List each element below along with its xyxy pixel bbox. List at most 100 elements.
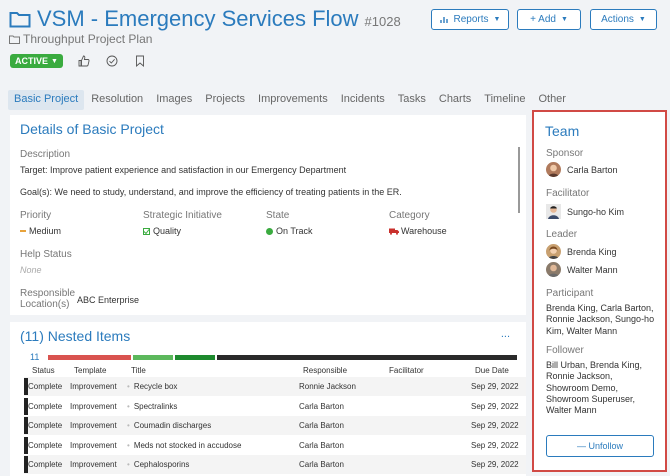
tab-basic-project[interactable]: Basic Project [8,90,85,110]
cell-responsible: Carla Barton [299,441,344,450]
responsible-value: ABC Enterprise [77,295,140,305]
state-value: On Track [266,226,313,236]
table-row[interactable]: Complete Improvement • Coumadin discharges C… [24,416,526,435]
help-status-value: None [20,265,42,275]
cell-text: Meds not stocked in accudose [133,440,242,450]
cell-text: Carla Barton [299,421,344,430]
leader-name: Walter Mann [567,264,618,275]
add-label: + Add [530,14,556,25]
sponsor-label: Sponsor [546,148,584,159]
team-panel: Team Sponsor Carla Barton Facilitator Su… [532,110,667,472]
col-title[interactable]: Title [131,366,146,375]
cell-status: Complete [28,402,62,411]
col-responsible[interactable]: Responsible [303,366,347,375]
folder-small-icon [9,35,20,44]
cell-title[interactable]: • Recycle box [127,382,177,391]
lightbulb-icon: • [127,421,130,430]
lightbulb-icon: • [127,460,130,469]
sponsor-person[interactable]: Carla Barton [546,162,618,177]
cell-responsible: Carla Barton [299,460,344,469]
more-options-icon[interactable]: ... [501,328,510,340]
cell-title[interactable]: • Cephalosporins [127,460,189,469]
category-label: Category [389,210,430,221]
tab-other[interactable]: Other [532,90,572,110]
cell-template: Improvement [70,421,117,430]
tab-timeline[interactable]: Timeline [478,90,531,110]
cell-text: Spectralinks [133,401,178,411]
details-title: Details of Basic Project [20,121,164,137]
sponsor-name: Carla Barton [567,164,618,175]
description-scrollbar[interactable] [518,147,520,213]
col-template[interactable]: Template [74,366,106,375]
cell-text: Ronnie Jackson [299,382,356,391]
initiative-text: Quality [153,226,182,236]
col-status[interactable]: Status [32,366,55,375]
state-label: State [266,210,290,221]
page-title: VSM - Emergency Services Flow [37,6,359,31]
facilitator-person[interactable]: Sungo-ho Kim [546,204,624,219]
cell-text: Improvement [70,421,117,430]
col-due-date[interactable]: Due Date [475,366,509,375]
cell-title[interactable]: • Meds not stocked in accudose [127,441,241,450]
thumbs-up-icon[interactable] [77,54,91,68]
nested-items-panel: (11) Nested Items ... 11 Status Template… [10,322,526,476]
table-row[interactable]: Complete Improvement • Cephalosporins Carla … [24,455,526,474]
table-row[interactable]: Complete Improvement • Meds not stocked in … [24,436,526,455]
table-row[interactable]: Complete Improvement • Spectralinks Carla Ba… [24,397,526,416]
initiative-value: Quality [143,226,181,236]
tab-charts[interactable]: Charts [433,90,477,110]
tab-improvements[interactable]: Improvements [252,90,334,110]
status-badge[interactable]: ACTIVE ▼ [10,54,63,68]
priority-label: Priority [20,210,52,221]
reports-label: Reports [453,14,489,25]
cell-text: Sep 29, 2022 [471,382,519,391]
lightbulb-icon: • [127,401,130,411]
cell-responsible: Carla Barton [299,421,344,430]
lightbulb-icon: • [127,382,130,391]
help-status-label: Help Status [20,249,72,260]
cell-title[interactable]: • Spectralinks [127,402,177,411]
cell-due: Sep 29, 2022 [471,441,519,450]
bookmark-icon[interactable] [133,54,147,68]
cell-text: Sep 29, 2022 [471,460,519,469]
avatar [546,204,561,219]
cell-title[interactable]: • Coumadin discharges [127,421,211,430]
facilitator-name: Sungo-ho Kim [567,206,625,217]
add-button[interactable]: + Add ▼ [517,9,581,30]
dash-icon [20,230,26,232]
cell-text: Improvement [70,440,117,450]
leader-person[interactable]: Walter Mann [546,262,618,277]
leader-person[interactable]: Brenda King [546,244,617,259]
avatar [546,262,561,277]
col-facilitator[interactable]: Facilitator [389,366,424,375]
leader-name: Brenda King [567,246,617,257]
check-circle-icon[interactable] [105,54,119,68]
title-row: VSM - Emergency Services Flow #1028 [9,6,401,32]
tab-projects[interactable]: Projects [199,90,251,110]
category-value: Warehouse [389,226,447,236]
cell-text: Improvement [70,401,117,411]
actions-button[interactable]: Actions ▼ [590,9,657,30]
tab-incidents[interactable]: Incidents [335,90,391,110]
reports-button[interactable]: Reports ▼ [431,9,509,30]
responsible-label-line2: Location(s) [20,299,70,310]
caret-down-icon: ▼ [560,16,568,23]
tab-resolution[interactable]: Resolution [85,90,149,110]
cell-template: Improvement [70,402,117,411]
table-row[interactable]: Complete Improvement • Recycle box Ronnie Ja… [24,377,526,396]
project-plan-link[interactable]: Throughput Project Plan [9,32,152,46]
caret-down-icon: ▼ [493,16,501,23]
folder-icon [9,12,31,28]
tab-tasks[interactable]: Tasks [392,90,432,110]
subtitle-text: Throughput Project Plan [23,32,153,46]
status-badge-label: ACTIVE [15,56,49,66]
cell-text: Sep 29, 2022 [471,440,519,450]
green-dot-icon [266,227,273,235]
initiative-label: Strategic Initiative [143,210,222,221]
cell-status: Complete [28,441,62,450]
state-text: On Track [276,226,313,236]
cell-text: Coumadin discharges [133,421,212,430]
cell-text: Cephalosporins [133,460,190,469]
unfollow-button[interactable]: — Unfollow [546,435,654,457]
tab-images[interactable]: Images [150,90,198,110]
